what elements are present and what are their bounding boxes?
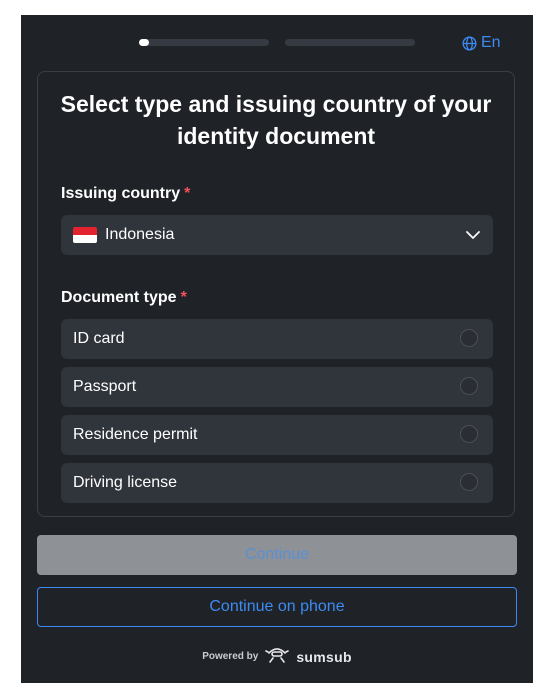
issuing-country-label-text: Issuing country xyxy=(61,185,181,202)
continue-on-phone-button[interactable]: Continue on phone xyxy=(37,587,517,627)
verification-frame: En Select type and issuing country of yo… xyxy=(21,15,533,683)
document-option-id-card[interactable]: ID card xyxy=(61,319,493,359)
sumsub-logo-icon xyxy=(264,645,290,668)
progress-step-1-fill xyxy=(139,39,150,46)
issuing-country-value: Indonesia xyxy=(105,226,175,243)
radio-button[interactable] xyxy=(460,425,478,443)
document-selection-card: Select type and issuing country of your … xyxy=(37,71,515,517)
continue-button[interactable]: Continue xyxy=(37,535,517,575)
document-option-label: Residence permit xyxy=(73,426,198,443)
radio-button[interactable] xyxy=(460,473,478,491)
chevron-down-icon xyxy=(465,228,481,247)
document-type-label: Document type * xyxy=(61,289,187,307)
indonesia-flag-icon xyxy=(73,227,97,243)
page-title: Select type and issuing country of your … xyxy=(60,91,492,149)
radio-button[interactable] xyxy=(460,377,478,395)
powered-by-footer: Powered by sumsub xyxy=(21,645,533,668)
document-option-residence-permit[interactable]: Residence permit xyxy=(61,415,493,455)
brand-name: sumsub xyxy=(296,648,352,665)
document-option-driving-license[interactable]: Driving license xyxy=(61,463,493,503)
progress-step-1 xyxy=(139,39,269,46)
document-option-passport[interactable]: Passport xyxy=(61,367,493,407)
issuing-country-label: Issuing country * xyxy=(61,185,190,203)
document-option-label: Passport xyxy=(73,378,137,395)
document-type-label-text: Document type xyxy=(61,289,177,306)
language-switcher[interactable]: En xyxy=(462,34,501,52)
powered-by-text: Powered by xyxy=(202,651,259,662)
document-option-label: ID card xyxy=(73,330,125,347)
required-mark: * xyxy=(180,289,187,306)
required-mark: * xyxy=(184,185,191,202)
radio-button[interactable] xyxy=(460,329,478,347)
issuing-country-select[interactable]: Indonesia xyxy=(61,215,493,255)
globe-icon xyxy=(462,35,477,51)
language-label: En xyxy=(481,34,501,51)
document-option-label: Driving license xyxy=(73,474,178,491)
progress-step-2 xyxy=(285,39,415,46)
